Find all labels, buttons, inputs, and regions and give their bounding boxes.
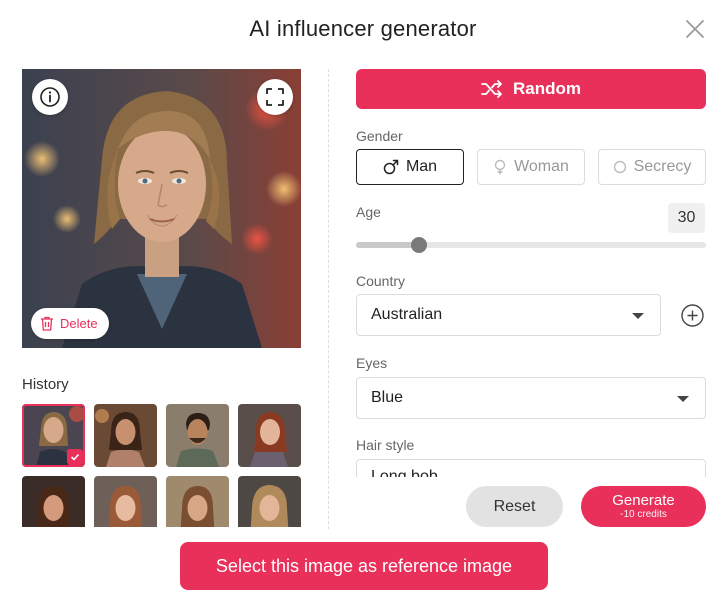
portrait-image (22, 69, 301, 348)
gender-option-label: Woman (514, 158, 569, 175)
age-slider[interactable] (356, 237, 706, 253)
select-reference-button[interactable]: Select this image as reference image (180, 542, 548, 590)
panel-divider (328, 69, 329, 529)
reset-button[interactable]: Reset (466, 486, 563, 527)
age-slider-thumb[interactable] (411, 237, 427, 253)
fullscreen-icon (266, 88, 284, 106)
delete-label: Delete (60, 316, 98, 331)
dialog-title: AI influencer generator (249, 16, 477, 41)
history-thumbnail[interactable] (22, 404, 85, 467)
circle-icon (613, 160, 626, 174)
delete-button[interactable]: Delete (31, 308, 109, 339)
plus-circle-icon[interactable] (680, 303, 705, 328)
female-icon (494, 159, 506, 175)
gender-option-woman[interactable]: Woman (477, 149, 585, 185)
country-select[interactable]: Australian (356, 294, 661, 336)
chevron-down-icon (677, 396, 689, 402)
chevron-down-icon (632, 313, 644, 319)
history-thumbnail[interactable] (238, 476, 301, 527)
history-thumbnail[interactable] (94, 404, 157, 467)
trash-icon (41, 316, 53, 331)
thumbnail-image (166, 476, 229, 527)
history-grid (22, 404, 306, 527)
country-label: Country (356, 273, 406, 289)
gender-option-man[interactable]: Man (356, 149, 464, 185)
history-thumbnail[interactable] (166, 404, 229, 467)
history-thumbnail[interactable] (238, 404, 301, 467)
gender-label: Gender (356, 128, 403, 144)
random-button[interactable]: Random (356, 69, 706, 109)
history-thumbnail[interactable] (94, 476, 157, 527)
eyes-label: Eyes (356, 355, 388, 371)
thumbnail-image (166, 404, 229, 467)
eyes-select[interactable]: Blue (356, 377, 706, 419)
age-label: Age (356, 204, 381, 220)
history-thumbnail[interactable] (166, 476, 229, 527)
generate-cost: -10 credits (620, 508, 667, 520)
close-icon[interactable] (684, 18, 706, 40)
info-button[interactable] (32, 79, 68, 115)
random-label: Random (513, 79, 581, 98)
gender-option-secrecy[interactable]: Secrecy (598, 149, 706, 185)
hair-style-select[interactable]: Long bob (356, 459, 706, 477)
fullscreen-button[interactable] (257, 79, 293, 115)
hair-style-value: Long bob (371, 468, 438, 477)
preview-image: Delete (22, 69, 301, 348)
hair-style-label: Hair style (356, 437, 415, 453)
thumbnail-image (22, 476, 85, 527)
selected-check (67, 449, 83, 465)
thumbnail-image (238, 476, 301, 527)
history-thumbnail[interactable] (22, 476, 85, 527)
thumbnail-image (94, 404, 157, 467)
male-icon (383, 159, 399, 175)
age-slider-fill (356, 242, 419, 248)
gender-option-label: Secrecy (633, 158, 692, 175)
thumbnail-image (94, 476, 157, 527)
country-value: Australian (371, 306, 443, 323)
generate-button[interactable]: Generate -10 credits (581, 486, 706, 527)
gender-option-label: Man (405, 158, 438, 175)
generate-label: Generate (612, 491, 675, 509)
check-icon (70, 453, 80, 461)
info-icon (40, 87, 60, 107)
age-value: 30 (668, 203, 705, 233)
shuffle-icon (481, 80, 502, 98)
eyes-value: Blue (371, 389, 404, 406)
history-heading: History (22, 376, 69, 393)
hair-style-clip: Long bob (356, 459, 706, 477)
thumbnail-image (238, 404, 301, 467)
